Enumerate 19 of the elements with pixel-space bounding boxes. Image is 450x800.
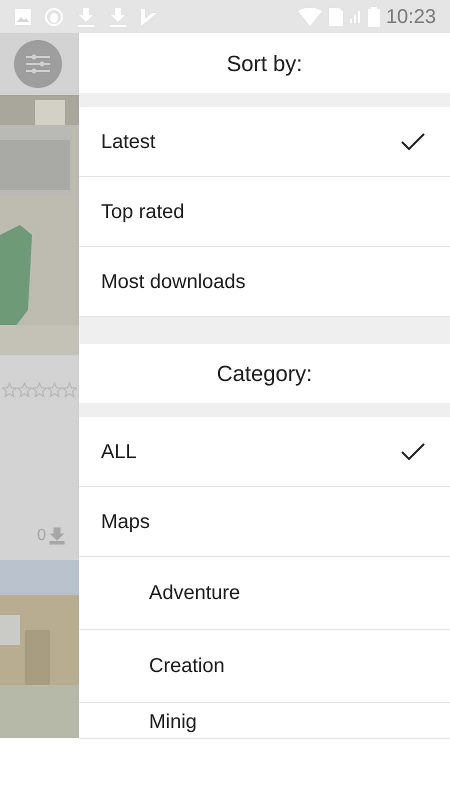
star-icon [62,381,77,399]
star-icon [47,381,62,399]
download-icon [108,6,128,26]
battery-icon [368,6,380,26]
check-flag-icon [140,6,158,26]
section-title: Category: [216,360,312,388]
star-icon [17,381,32,399]
sliders-icon [25,54,51,74]
sim-card-icon [328,6,344,26]
wifi-icon [298,8,322,26]
star-icon [32,381,47,399]
download-icon [49,527,65,545]
section-title: Sort by: [226,50,302,78]
image-icon [14,8,32,26]
clock-time: 10:23 [386,4,436,30]
star-icon [2,381,17,399]
signal-icon [350,10,362,23]
download-icon [76,6,96,26]
filter-button[interactable] [14,40,62,88]
